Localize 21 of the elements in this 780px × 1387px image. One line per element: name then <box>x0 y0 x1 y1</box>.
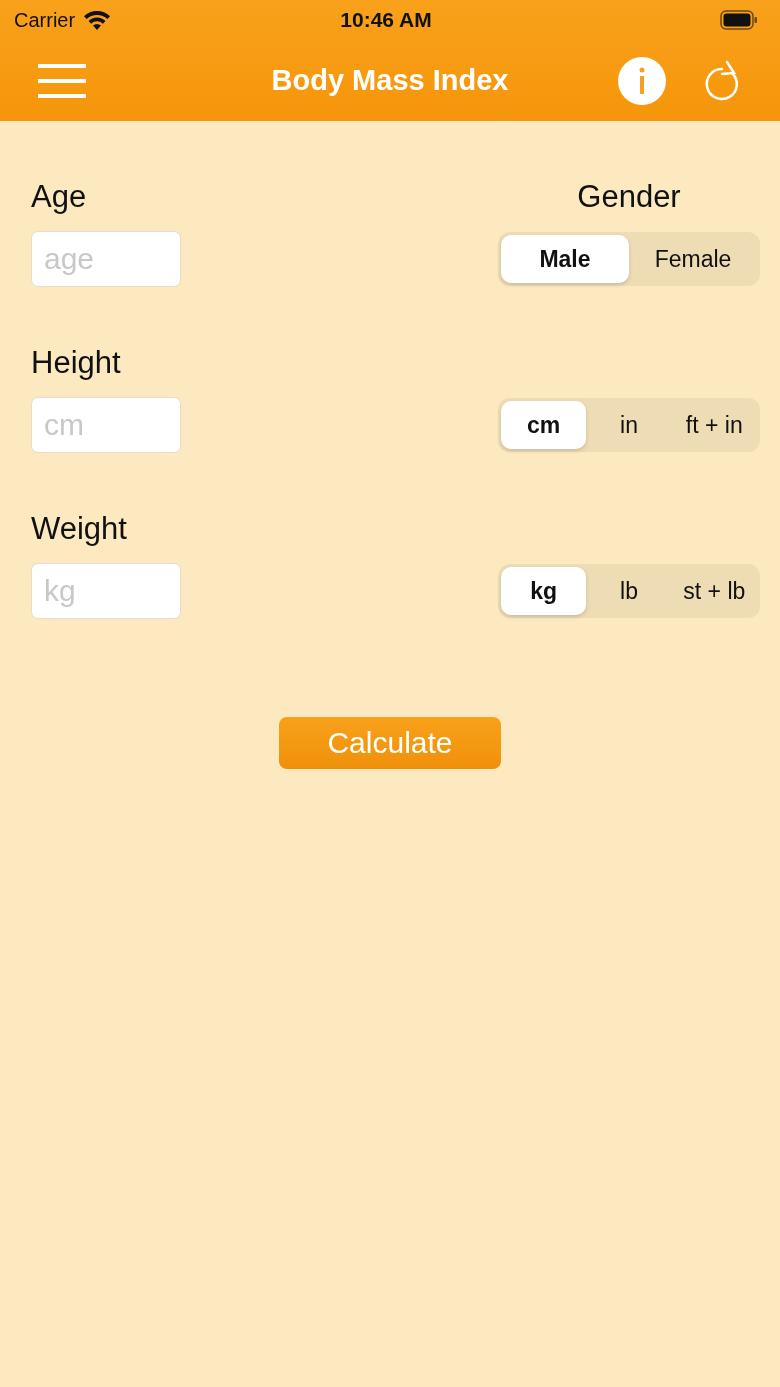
segment-option[interactable]: kg <box>501 567 587 615</box>
segment-option[interactable]: in <box>586 401 672 449</box>
menu-icon <box>38 62 86 99</box>
carrier-name: Carrier <box>14 8 76 32</box>
wifi-icon <box>83 10 112 30</box>
info-button[interactable] <box>618 56 666 105</box>
segment-option[interactable]: st + lb <box>671 567 757 615</box>
status-time: 10:46 AM <box>340 8 432 32</box>
info-icon <box>618 56 666 105</box>
segment-option[interactable]: lb <box>586 567 672 615</box>
battery-icon <box>720 10 758 30</box>
segment-option[interactable]: cm <box>501 401 587 449</box>
segment-label: Gender <box>577 179 681 215</box>
nav-title: Body Mass Index <box>271 64 509 97</box>
segment-option[interactable]: ft + in <box>671 401 757 449</box>
field-label: Age <box>31 179 88 215</box>
segment-option[interactable]: Male <box>501 235 629 283</box>
field-label: Weight <box>31 511 128 547</box>
segment-option[interactable]: Female <box>629 235 757 283</box>
field-label: Height <box>31 345 122 381</box>
menu-button[interactable] <box>38 62 86 99</box>
